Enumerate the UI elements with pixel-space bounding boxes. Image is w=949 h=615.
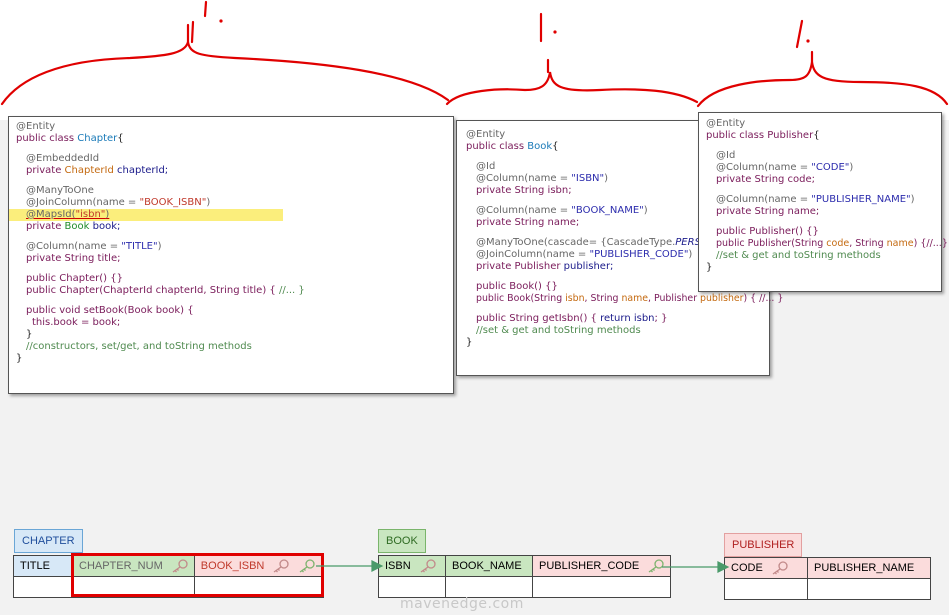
code-line: @Entity [706,118,746,129]
code-line: this.book = book; [32,317,121,328]
chapter-brace-stem [186,20,195,44]
code-line: @Column(name = "CODE") [716,162,854,173]
code-line: } [466,337,473,348]
dot-book [553,30,557,34]
column-publisher-name: PUBLISHER_NAME [807,557,931,579]
code-line: @Entity [16,121,56,132]
code-line: } [26,329,33,340]
code-line: public void setBook(Book book) { [26,305,194,316]
table-cell [378,576,446,598]
table-cell [807,578,931,600]
book-brace [445,71,699,106]
one-stroke-chapter [203,0,208,18]
column-book-name: BOOK_NAME [445,555,533,577]
mapsid-highlighted-line: @MapsId("isbn") [9,209,283,221]
column-publisher-code: PUBLISHER_CODE [531,555,672,577]
code-line: //constructors, set/get, and toString me… [26,341,252,352]
publisher-code-box: @Entity public class Publisher{ @Id @Col… [698,112,948,292]
column-title: TITLE [13,555,73,577]
code-line: //set & get and toString methods [476,325,641,336]
table-row: CODE PUBLISHER_NAME [724,557,931,579]
code-line: @EmbeddedId [26,153,100,164]
column-code: CODE [724,557,808,579]
key-icon [772,561,788,575]
dot-chapter [219,19,223,23]
code-line: public class Chapter{ [16,133,124,144]
column-isbn: ISBN [378,555,446,577]
code-line: } [16,353,23,364]
composite-key-highlight [71,553,324,597]
code-line: public String getIsbn() { return isbn; } [476,313,668,324]
table-row [378,576,672,598]
code-line: private String code; [716,174,816,185]
table-cell [531,576,672,598]
chapter-code-box: @Entity public class Chapter{ @EmbeddedI… [8,116,454,394]
code-line: @Column(name = "PUBLISHER_NAME") [716,194,915,205]
code-line: @Column(name = "TITLE") [26,241,162,252]
publisher-table-label: PUBLISHER [724,533,803,557]
code-line: @JoinColumn(name = "BOOK_ISBN") [26,197,211,208]
key-icon [420,559,436,573]
code-line: //set & get and toString methods [716,250,881,261]
handwritten-annotations [0,0,949,108]
code-line: public Publisher() {} [716,226,819,237]
chapter-brace [0,41,450,106]
code-line: private ChapterId chapterId; [26,165,169,176]
code-line: @Id [716,150,736,161]
foreign-key-icon [648,559,664,573]
table-cell [724,578,808,600]
book-table: ISBN BOOK_NAME PUBLISHER_CODE [378,555,672,598]
code-line: public Chapter() {} [26,273,123,284]
table-cell [13,576,73,598]
chapter-table-label: CHAPTER [14,529,83,553]
watermark: mavenedge.com [400,596,524,612]
code-line: public class Publisher{ [706,130,820,141]
code-line: public Publisher(String code, String nam… [716,238,948,249]
table-row [724,578,931,600]
book-table-label: BOOK [378,529,426,553]
code-line: private Book book; [26,221,121,232]
code-line: } [706,262,713,273]
one-stroke-publisher [795,19,804,49]
publisher-table: CODE PUBLISHER_NAME [724,557,931,600]
dot-publisher [806,39,810,43]
code-line: public Book(String isbn, String name, Pu… [476,293,784,304]
publisher-brace [696,61,949,108]
table-cell [445,576,533,598]
code-line: @ManyToOne [26,185,94,196]
code-line: private String title; [26,253,121,264]
code-line: private String name; [716,206,820,217]
table-row: ISBN BOOK_NAME PUBLISHER_CODE [378,555,672,577]
code-line: public Chapter(ChapterId chapterId, Stri… [26,285,305,296]
